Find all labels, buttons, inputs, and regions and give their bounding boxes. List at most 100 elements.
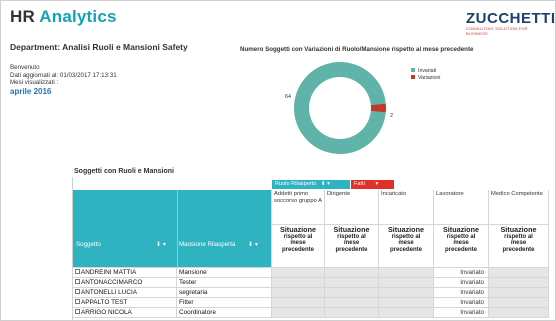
row-1-cell-0 <box>272 278 325 288</box>
row-4-cell-2 <box>379 308 434 318</box>
col-mansione-header[interactable]: Mansione Rilasperta <box>179 240 235 249</box>
donut-slice-variazioni[interactable] <box>370 103 386 113</box>
row-3-lavoratore: Invariato <box>434 298 489 308</box>
row-3-name: APPALTO TEST <box>81 299 128 306</box>
row-0-cell-2 <box>379 268 434 278</box>
row-1-mansione: Tester <box>177 278 272 288</box>
situazione-header-0: Situazione rispetto al mese precedente <box>272 225 325 268</box>
col-mansione-sort[interactable]: ⬇ ▾ <box>248 240 258 249</box>
situazione-header-1: Situazione rispetto al mese precedente <box>325 225 379 268</box>
logo-tagline: CONSULTING SOLUTION FOR BUSINESS <box>466 26 528 36</box>
role-header-0: Addetti primo soccorso gruppo A <box>272 190 325 225</box>
sit-line1: Situazione <box>388 225 424 234</box>
row-0-cell-1 <box>325 268 379 278</box>
filter-fatti-icon: ▾ <box>375 181 379 187</box>
sit-line2: rispetto al <box>283 233 313 240</box>
row-0-soggetto[interactable]: ANDREINI MATTIA <box>73 268 177 278</box>
sit-line2: rispetto al <box>391 233 421 240</box>
row-0-cell-0 <box>272 268 325 278</box>
row-4-mansione: Coordinatore <box>177 308 272 318</box>
sit-line3: mese <box>510 240 527 247</box>
col-soggetto-header[interactable]: Soggetto <box>76 240 101 249</box>
sit-line4: precedente <box>281 246 314 253</box>
situazione-header-4: Situazione rispetto al mese precedente <box>489 225 549 268</box>
table-title: Soggetti con Ruoli e Mansioni <box>74 168 174 175</box>
info-block: Benvenuto Dati aggiornati al: 01/03/2017… <box>10 64 117 95</box>
sit-line3: mese <box>343 240 360 247</box>
data-label-invariati: 64 <box>285 94 291 100</box>
legend-swatch-variazioni <box>411 75 415 79</box>
sit-line4: precedente <box>502 246 535 253</box>
expand-icon[interactable] <box>75 269 80 274</box>
sit-line1: Situazione <box>333 225 370 234</box>
situazione-header-3: Situazione rispetto al mese precedente <box>434 225 489 268</box>
row-2-cell-4 <box>489 288 549 298</box>
expand-icon[interactable] <box>75 289 80 294</box>
row-3-mansione: Fitter <box>177 298 272 308</box>
row-2-mansione: segretaria <box>177 288 272 298</box>
row-1-name: ANTONACCIMARCO <box>81 279 143 286</box>
sit-line3: mese <box>290 240 306 247</box>
sit-line1: Situazione <box>500 225 537 234</box>
row-4-soggetto[interactable]: ARRIGO NICOLA <box>73 308 177 318</box>
logo-wordmark: ZUCCHETTI <box>466 10 556 27</box>
period-link[interactable]: aprile 2016 <box>10 87 117 96</box>
sit-line4: precedente <box>389 246 422 253</box>
expand-icon[interactable] <box>75 279 80 284</box>
welcome-text: Benvenuto <box>10 64 40 71</box>
filter-fatti-button[interactable]: Fatti ▾ <box>351 180 394 189</box>
left-header-block <box>73 190 272 268</box>
row-4-name: ARRIGO NICOLA <box>81 309 132 316</box>
role-header-2: Incaricato <box>379 190 434 225</box>
filter-ruolo-button[interactable]: Ruolo Rilasperto ⬇ ▾ <box>272 180 350 189</box>
zucchetti-logo: ZUCCHETTI CONSULTING SOLUTION FOR BUSINE… <box>466 10 556 36</box>
row-3-cell-4 <box>489 298 549 308</box>
filter-ruolo-icons: ⬇ ▾ <box>320 181 330 187</box>
sit-line3: mese <box>453 240 469 247</box>
legend-swatch-invariati <box>411 68 415 72</box>
col-soggetto-sort[interactable]: ⬇ ▾ <box>156 240 166 249</box>
row-0-mansione: Mansione <box>177 268 272 278</box>
row-1-soggetto[interactable]: ANTONACCIMARCO <box>73 278 177 288</box>
row-4-lavoratore: Invariato <box>434 308 489 318</box>
filter-fatti-label: Fatti <box>354 181 365 187</box>
roles-table: Ruolo Rilasperto ⬇ ▾ Fatti ▾ Soggetto ⬇ … <box>72 177 549 321</box>
row-0-lavoratore: Invariato <box>434 268 489 278</box>
row-2-cell-0 <box>272 288 325 298</box>
row-1-cell-2 <box>379 278 434 288</box>
sit-line2: rispetto al <box>504 233 533 240</box>
row-2-cell-1 <box>325 288 379 298</box>
sit-line4: precedente <box>444 246 477 253</box>
row-2-cell-2 <box>379 288 434 298</box>
row-2-lavoratore: Invariato <box>434 288 489 298</box>
updated-text: Dati aggiornati al: 01/03/2017 17:13:31 <box>10 71 117 79</box>
expand-icon[interactable] <box>75 299 80 304</box>
row-4-cell-1 <box>325 308 379 318</box>
donut-chart: 64 2 InvariatiVariazioni <box>285 61 440 154</box>
row-2-name: ANTONELLI LUCIA <box>81 289 137 296</box>
row-1-cell-1 <box>325 278 379 288</box>
expand-icon[interactable] <box>75 309 80 314</box>
row-3-cell-1 <box>325 298 379 308</box>
role-header-3: Lavoratore <box>434 190 489 225</box>
department-title: Department: Analisi Ruoli e Mansioni Saf… <box>10 42 188 52</box>
sit-line4: precedente <box>335 246 368 253</box>
row-3-cell-0 <box>272 298 325 308</box>
sit-line3: mese <box>398 240 414 247</box>
months-label: Mesi visualizzati : <box>10 79 59 87</box>
sit-line1: Situazione <box>280 225 316 234</box>
row-1-cell-4 <box>489 278 549 288</box>
header-divider <box>177 190 178 268</box>
row-0-cell-4 <box>489 268 549 278</box>
row-4-cell-4 <box>489 308 549 318</box>
app-title: HR Analytics <box>10 7 117 27</box>
sit-line2: rispetto al <box>446 233 476 240</box>
filter-ruolo-label: Ruolo Rilasperto <box>275 181 317 187</box>
app-title-hr: HR <box>10 7 35 26</box>
sit-line1: Situazione <box>443 225 479 234</box>
row-4-cell-0 <box>272 308 325 318</box>
row-3-soggetto[interactable]: APPALTO TEST <box>73 298 177 308</box>
row-2-soggetto[interactable]: ANTONELLI LUCIA <box>73 288 177 298</box>
legend-label-invariati: Invariati <box>418 68 436 74</box>
row-0-name: ANDREINI MATTIA <box>81 269 137 276</box>
